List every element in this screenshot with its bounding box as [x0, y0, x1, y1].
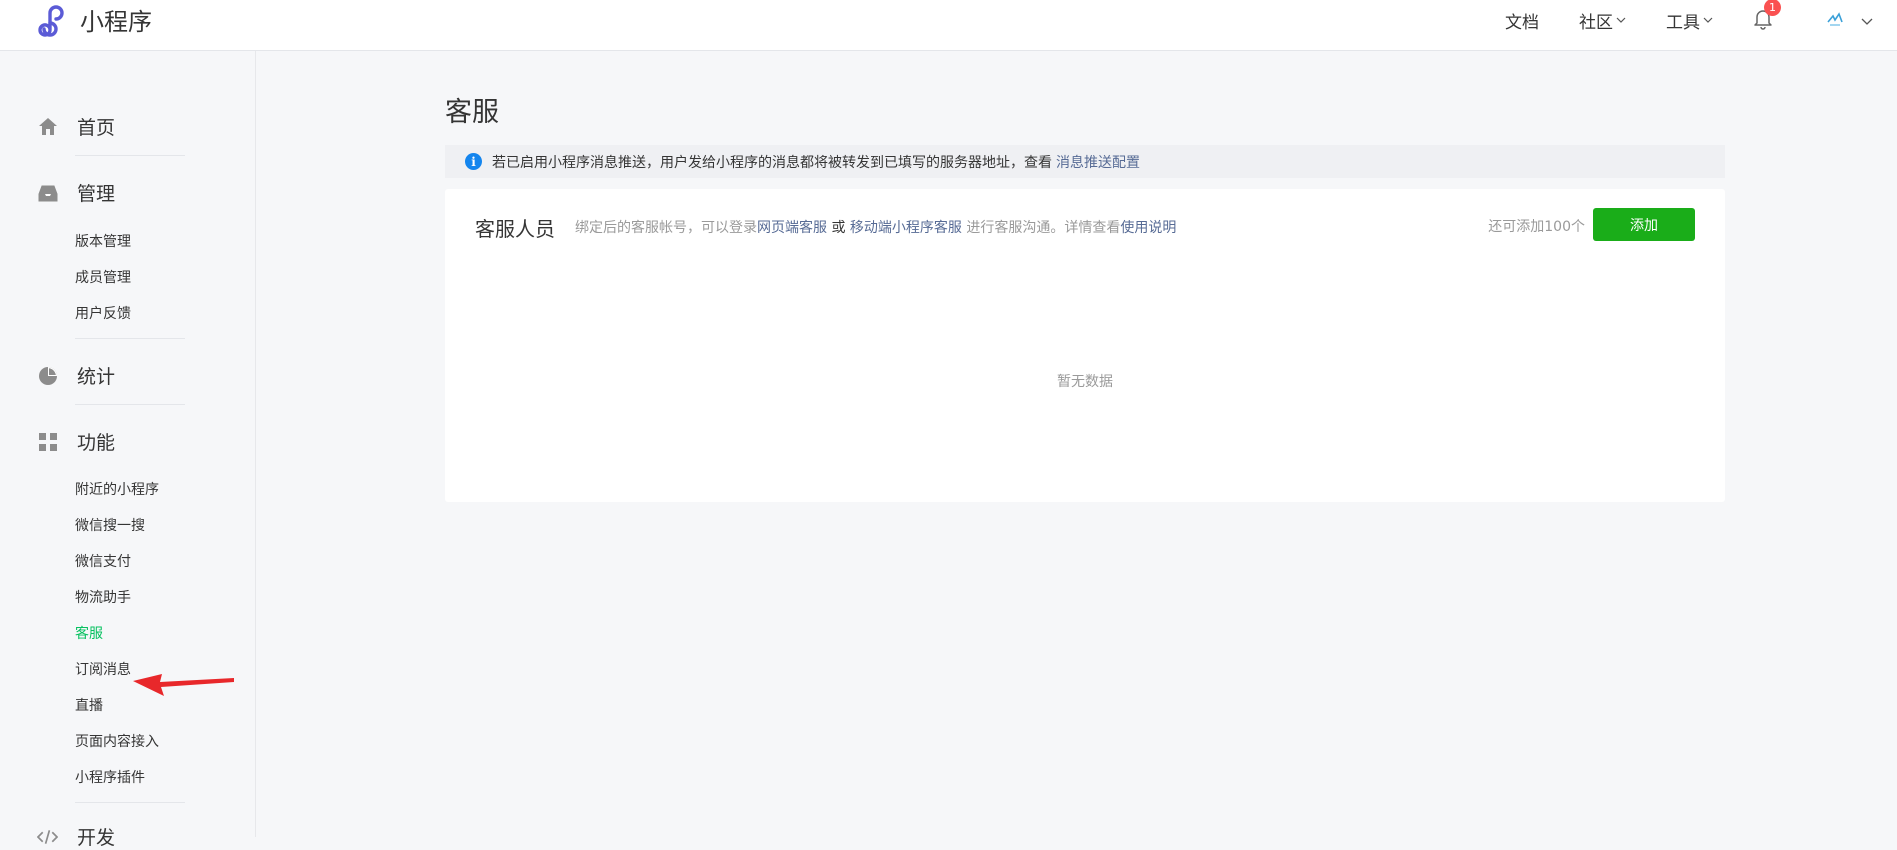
- nav-docs[interactable]: 文档: [1505, 8, 1539, 33]
- notification-button[interactable]: 1: [1753, 0, 1781, 34]
- chevron-down-icon: [1861, 11, 1873, 30]
- mobile-cs-link[interactable]: 移动端小程序客服: [850, 220, 962, 236]
- desc-prefix: 绑定后的客服帐号，可以登录: [575, 220, 757, 236]
- sidebar-item-customer-service[interactable]: 客服: [75, 623, 103, 643]
- desc-middle: 进行客服沟通。详情查看: [966, 220, 1121, 236]
- notice-bar: i 若已启用小程序消息推送，用户发给小程序的消息都将被转发到已填写的服务器地址，…: [445, 145, 1725, 178]
- notice-text: 若已启用小程序消息推送，用户发给小程序的消息都将被转发到已填写的服务器地址，查看: [492, 154, 1052, 171]
- sidebar-item-members[interactable]: 成员管理: [75, 267, 131, 287]
- nav-tools[interactable]: 工具: [1666, 8, 1713, 33]
- sidebar-divider: [75, 338, 185, 339]
- sidebar-item-logistics[interactable]: 物流助手: [75, 587, 131, 607]
- sidebar-section-manage[interactable]: 管理: [37, 179, 115, 206]
- avatar: [1825, 10, 1845, 30]
- sidebar-divider: [75, 404, 185, 405]
- home-icon: [37, 116, 58, 137]
- sidebar-item-search[interactable]: 微信搜一搜: [75, 515, 145, 535]
- nav-community-label: 社区: [1579, 12, 1613, 33]
- miniprogram-logo-icon: [38, 3, 72, 41]
- sidebar-item-content[interactable]: 页面内容接入: [75, 731, 159, 751]
- grid-icon: [37, 431, 58, 452]
- pie-chart-icon: [37, 365, 58, 386]
- inbox-icon: [37, 182, 58, 203]
- brand-name: 小程序: [80, 8, 152, 36]
- annotation-arrow-icon: [133, 674, 234, 696]
- bell-icon: [1753, 10, 1773, 34]
- sidebar-item-pay[interactable]: 微信支付: [75, 551, 131, 571]
- sidebar-item-label: 功能: [77, 432, 116, 454]
- sidebar-item-label: 首页: [77, 117, 116, 139]
- sidebar-item-home[interactable]: 首页: [37, 113, 115, 140]
- sidebar-section-features[interactable]: 功能: [37, 428, 115, 455]
- sidebar-item-subscribe[interactable]: 订阅消息: [75, 659, 131, 679]
- sidebar-divider: [75, 802, 185, 803]
- sidebar-item-live[interactable]: 直播: [75, 695, 103, 715]
- sidebar-divider: [75, 155, 185, 156]
- empty-state: 暂无数据: [1057, 374, 1113, 390]
- notification-badge: 1: [1764, 0, 1781, 16]
- sidebar-item-stats[interactable]: 统计: [37, 362, 115, 389]
- chevron-down-icon: [1703, 10, 1713, 30]
- usage-guide-link[interactable]: 使用说明: [1120, 220, 1176, 236]
- sidebar-item-feedback[interactable]: 用户反馈: [75, 303, 131, 323]
- brand[interactable]: 小程序: [38, 3, 152, 41]
- info-icon: i: [465, 153, 482, 170]
- chevron-down-icon: [1616, 10, 1626, 30]
- customer-service-card: 客服人员 绑定后的客服帐号，可以登录网页端客服 或 移动端小程序客服 进行客服沟…: [445, 189, 1725, 502]
- quota-text: 还可添加100个: [1488, 219, 1585, 235]
- top-nav: 文档 社区 工具 1: [1505, 0, 1897, 40]
- web-cs-link[interactable]: 网页端客服: [757, 220, 827, 236]
- sidebar-item-version[interactable]: 版本管理: [75, 231, 131, 251]
- sidebar-item-nearby[interactable]: 附近的小程序: [75, 479, 159, 499]
- add-button[interactable]: 添加: [1593, 208, 1695, 241]
- message-push-config-link[interactable]: 消息推送配置: [1056, 152, 1140, 172]
- nav-docs-label: 文档: [1505, 12, 1539, 33]
- desc-or: 或: [831, 220, 846, 236]
- sidebar-item-label: 管理: [77, 183, 116, 205]
- sidebar-item-label: 统计: [77, 366, 116, 388]
- account-menu[interactable]: [1825, 10, 1873, 30]
- card-description: 绑定后的客服帐号，可以登录网页端客服 或 移动端小程序客服 进行客服沟通。详情查…: [575, 217, 1176, 237]
- card-title: 客服人员: [475, 217, 555, 241]
- page-title: 客服: [445, 97, 499, 128]
- nav-community[interactable]: 社区: [1579, 8, 1626, 33]
- sidebar: 首页 管理 版本管理 成员管理 用户反馈 统计 功能 附近的小程序 微信搜一搜 …: [0, 51, 256, 849]
- sidebar-item-plugins[interactable]: 小程序插件: [75, 767, 145, 787]
- nav-tools-label: 工具: [1666, 12, 1700, 33]
- top-bar: 小程序 文档 社区 工具 1: [0, 0, 1897, 51]
